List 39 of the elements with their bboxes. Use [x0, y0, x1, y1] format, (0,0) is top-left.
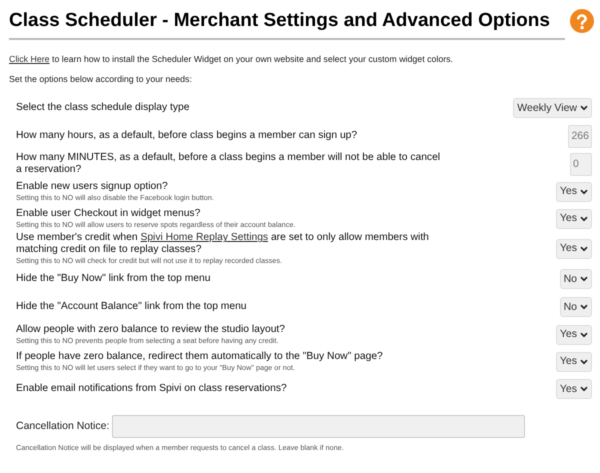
setting-label: Enable email notifications from Spivi on class reservations? [16, 383, 288, 396]
setting-label: Enable user Checkout in widget menus? [16, 208, 202, 220]
intro-text: to learn how to install the Scheduler Widget on your own website and select your custom widget colors. [52, 54, 453, 64]
cancellation-notice-field[interactable] [112, 415, 526, 438]
chevron-icon [580, 105, 588, 112]
settings-link[interactable]: Spivi Home Replay Settings [140, 232, 268, 244]
dropdown[interactable]: No [560, 297, 592, 318]
dropdown[interactable]: Yes [556, 238, 592, 259]
field-label: Cancellation Notice: [16, 419, 110, 434]
chevron-icon [580, 276, 588, 282]
chevron-icon [580, 358, 588, 365]
setting-label: Select the class schedule display type [16, 102, 190, 114]
setting-label: Enable new users signup option? [16, 181, 169, 194]
chevron-icon [580, 216, 588, 222]
page-title: Class Scheduler - Merchant Settings and Advanced Options [9, 9, 551, 33]
dropdown[interactable]: Weekly View [513, 98, 592, 118]
dropdown[interactable]: Yes [556, 324, 592, 345]
setting-label: How many MINUTES, as a default, before a class begins a member will not be able to cancel a reservation? [16, 152, 442, 176]
help-icon[interactable] [570, 9, 594, 33]
chevron-icon [580, 304, 588, 310]
setting-label: How many hours, as a default, before class begins a member can sign up? [16, 130, 358, 142]
click-here-link[interactable]: Click Here [9, 54, 50, 64]
setting-label: Use member's credit when Spivi Home Replay Settings are set to only allow members with matching credit on file to replay classes? [16, 232, 430, 256]
number-field[interactable]: 0 [570, 152, 592, 176]
dropdown[interactable]: Yes [556, 182, 592, 202]
setting-label: Allow people with zero balance to review the studio layout? [16, 324, 286, 336]
setting-label: Hide the "Account Balance" link from the top menu [16, 301, 248, 314]
dropdown[interactable]: Yes [556, 379, 592, 400]
instructions-text: Set the options below according to your needs: [9, 73, 193, 86]
chevron-icon [580, 188, 588, 195]
dropdown[interactable]: Yes [556, 352, 592, 372]
setting-label: If people have zero balance, redirect them automatically to the "Buy Now" page? [16, 351, 384, 364]
dropdown[interactable]: No [560, 269, 592, 290]
chevron-icon [580, 332, 588, 338]
chevron-icon [580, 386, 588, 392]
number-field[interactable]: 266 [568, 124, 592, 148]
dropdown[interactable]: Yes [556, 208, 592, 229]
chevron-icon [580, 246, 588, 252]
setting-label: Hide the "Buy Now" link from the top menu [16, 273, 212, 286]
